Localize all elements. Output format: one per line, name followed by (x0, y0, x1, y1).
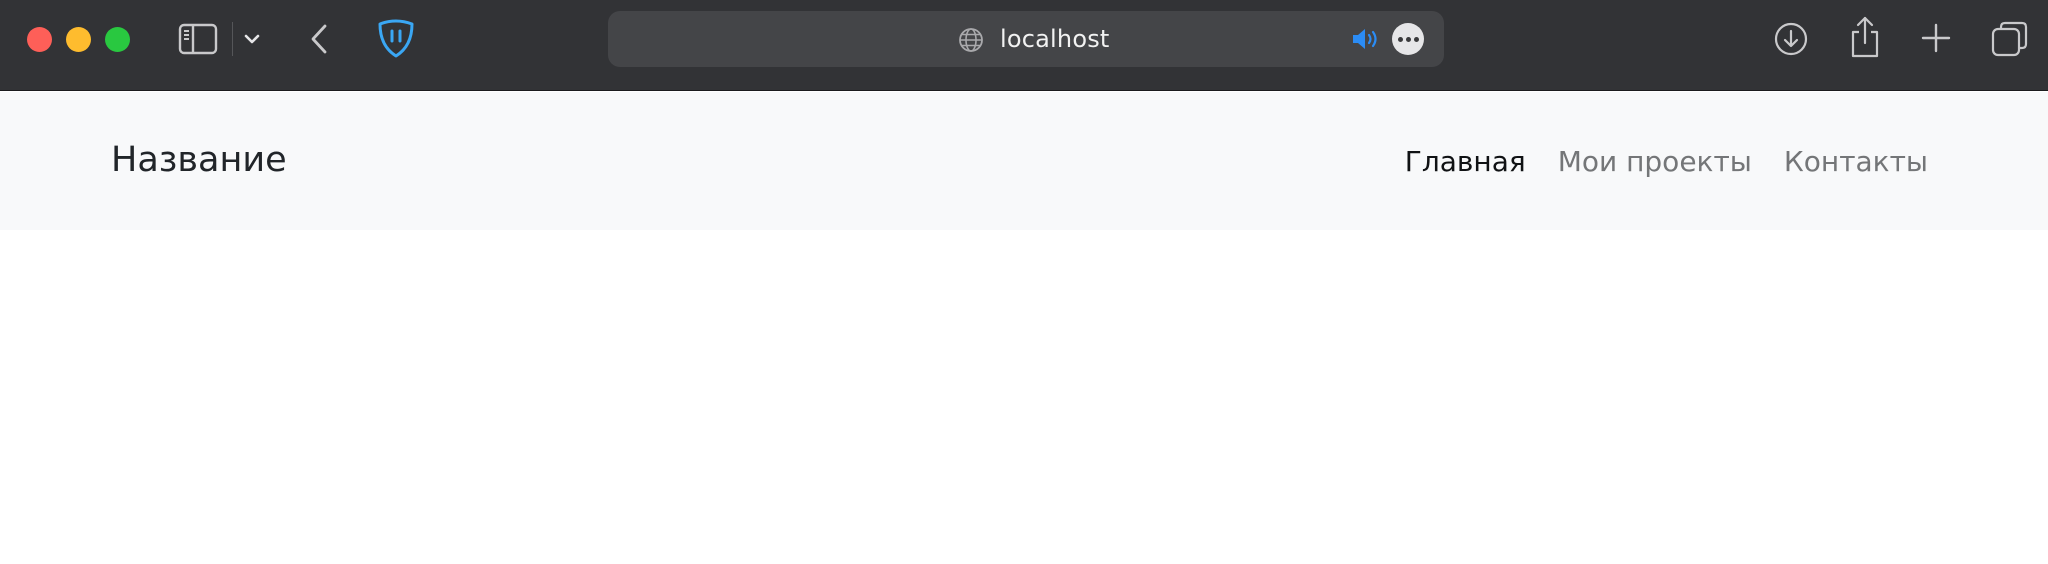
sidebar-menu-button[interactable] (242, 28, 262, 50)
site-navbar: Название Главная Мои проекты Контакты (0, 92, 2048, 230)
privacy-shield-button[interactable] (374, 17, 418, 61)
mute-tab-button[interactable] (1350, 25, 1382, 53)
downloads-button[interactable] (1772, 20, 1810, 58)
globe-icon (959, 28, 983, 52)
browser-toolbar: localhost (0, 0, 2048, 91)
back-button[interactable] (306, 22, 332, 56)
download-icon (1774, 22, 1808, 56)
speaker-icon (1353, 29, 1377, 49)
page-menu-button[interactable] (1392, 23, 1424, 55)
navbar-brand[interactable]: Название (111, 136, 287, 184)
toolbar-divider (232, 22, 233, 56)
share-button[interactable] (1846, 14, 1884, 60)
sidebar-toggle-icon (178, 23, 218, 55)
ellipsis-icon (1397, 36, 1403, 42)
share-icon (1851, 16, 1879, 58)
nav-link-home[interactable]: Главная (1405, 140, 1526, 184)
address-bar[interactable]: localhost (608, 11, 1444, 67)
plus-icon (1921, 23, 1951, 53)
new-tab-button[interactable] (1918, 20, 1954, 56)
tabs-overview-icon (1991, 21, 2028, 57)
nav-link-projects[interactable]: Мои проекты (1558, 140, 1752, 184)
tab-overview-button[interactable] (1990, 19, 2030, 59)
url-text: localhost (1000, 25, 1110, 53)
chevron-down-icon (244, 34, 260, 44)
window-close-button[interactable] (27, 27, 52, 52)
nav-link-contacts[interactable]: Контакты (1784, 140, 1928, 184)
sidebar-toggle-button[interactable] (178, 22, 218, 56)
window-minimize-button[interactable] (66, 27, 91, 52)
privacy-shield-icon (378, 19, 414, 58)
page-content (0, 230, 2048, 564)
window-maximize-button[interactable] (105, 27, 130, 52)
chevron-left-icon (311, 24, 327, 54)
navbar-links: Главная Мои проекты Контакты (1405, 140, 1928, 184)
